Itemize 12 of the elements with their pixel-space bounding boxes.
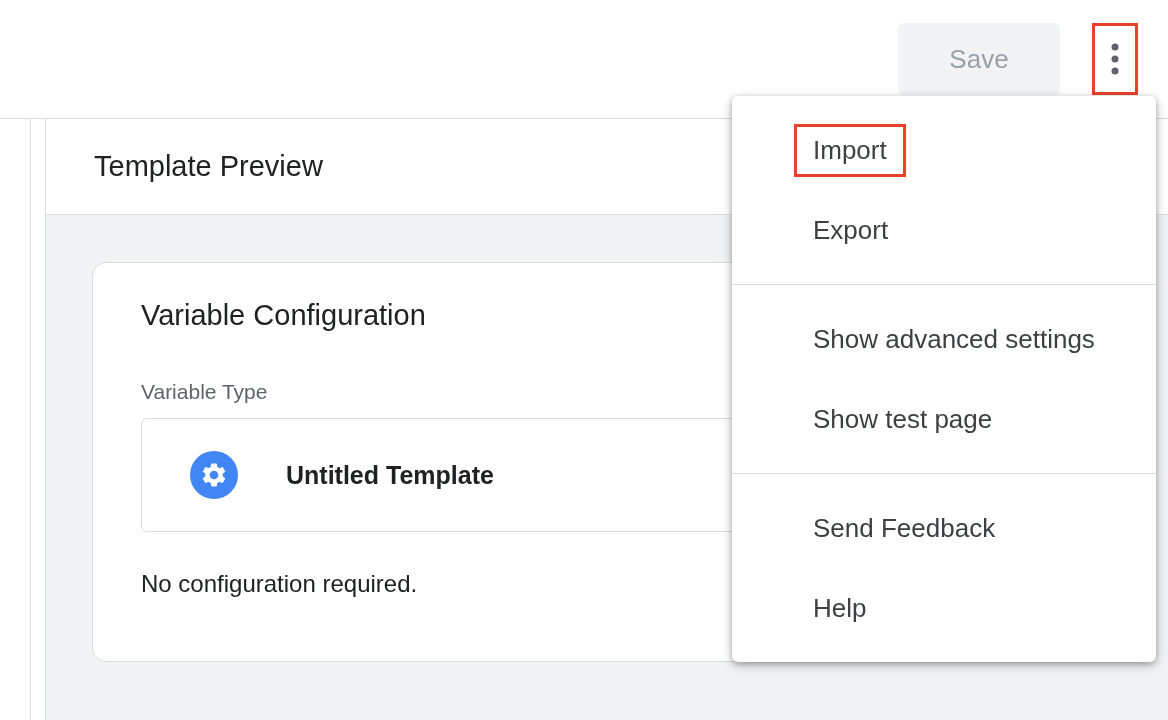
menu-item[interactable]: Import <box>794 123 906 177</box>
panel-title: Template Preview <box>94 150 323 183</box>
variable-type-name: Untitled Template <box>286 460 494 490</box>
configuration-note: No configuration required. <box>141 570 419 598</box>
menu-item[interactable]: Export <box>794 203 908 257</box>
field-label: Variable Type <box>141 380 269 404</box>
more-menu-button[interactable] <box>1092 23 1138 95</box>
gear-icon <box>190 451 238 499</box>
more-icon <box>1111 43 1119 75</box>
menu-item[interactable]: Show advanced settings <box>794 312 1114 366</box>
menu-item[interactable]: Help <box>794 581 886 635</box>
card-title: Variable Configuration <box>141 299 427 332</box>
